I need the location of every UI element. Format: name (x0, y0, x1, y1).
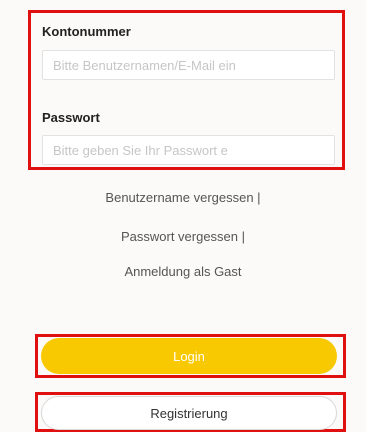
forgot-username-link[interactable]: Benutzername vergessen | (0, 190, 366, 205)
password-label: Passwort (42, 110, 100, 125)
account-number-label: Kontonummer (42, 24, 131, 39)
guest-login-link[interactable]: Anmeldung als Gast (0, 264, 366, 279)
login-button[interactable]: Login (41, 338, 337, 374)
register-button[interactable]: Registrierung (41, 396, 337, 430)
forgot-password-link[interactable]: Passwort vergessen | (0, 229, 366, 244)
password-input[interactable] (42, 135, 335, 165)
account-number-input[interactable] (42, 50, 335, 80)
